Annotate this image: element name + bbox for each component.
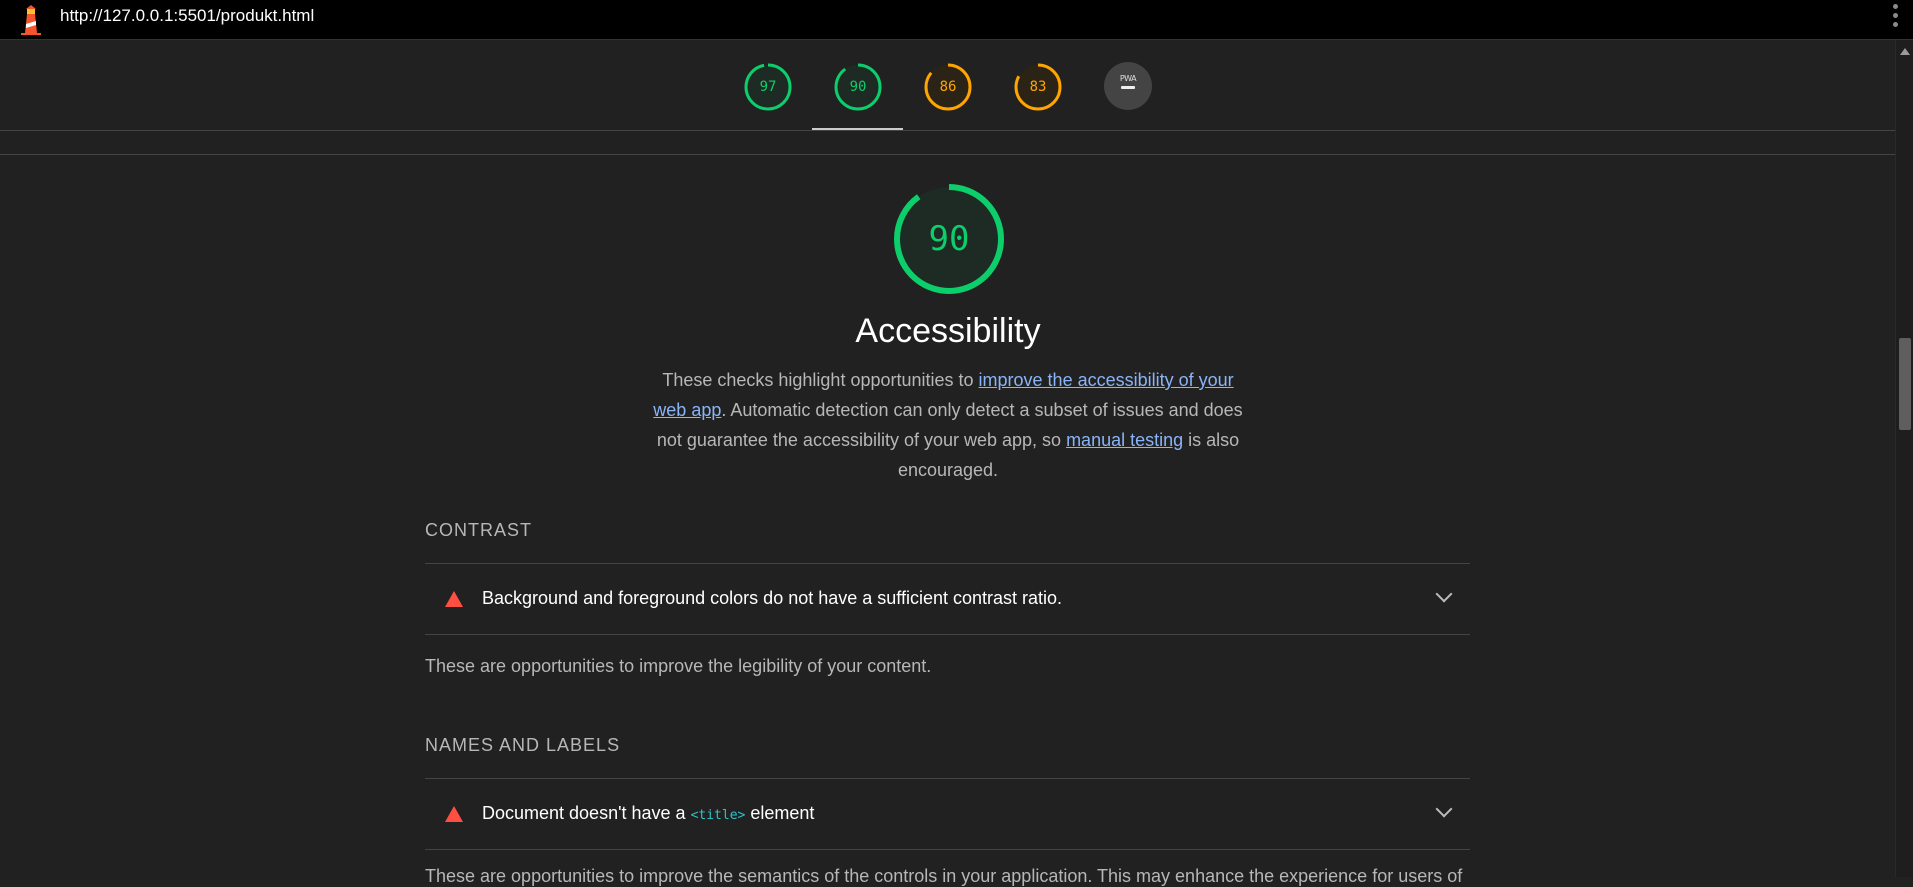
fail-triangle-icon — [445, 806, 463, 822]
gauge-performance[interactable]: 97 — [743, 62, 793, 112]
audit-color-contrast[interactable]: Background and foreground colors do not … — [425, 563, 1470, 635]
gauge-score: 90 — [849, 79, 867, 95]
vertical-scrollbar[interactable] — [1895, 40, 1913, 877]
gauge-best-practices[interactable]: 86 — [923, 62, 973, 112]
gauge-pwa[interactable]: PWA — [1104, 62, 1152, 110]
pwa-badge-label: PWA — [1119, 74, 1137, 83]
audit-title: Background and foreground colors do not … — [482, 588, 1063, 608]
audit-document-title[interactable]: Document doesn't have a <title> element — [425, 778, 1470, 850]
chevron-down-icon[interactable] — [1435, 585, 1453, 603]
active-tab-indicator — [812, 128, 903, 130]
scroll-up-icon[interactable] — [1900, 48, 1910, 55]
chevron-down-icon[interactable] — [1435, 800, 1453, 818]
url-display[interactable]: http://127.0.0.1:5501/produkt.html — [60, 6, 314, 26]
category-description: These checks highlight opportunities to … — [653, 370, 1243, 480]
fail-triangle-icon — [445, 591, 463, 607]
category-gauge: 90 — [893, 183, 1005, 295]
code-snippet: <title> — [690, 808, 746, 823]
sticky-header: 97 90 86 83 PWA — [0, 40, 1896, 131]
gauge-accessibility[interactable]: 90 — [833, 62, 883, 112]
audit-title: Document doesn't have a <title> element — [482, 803, 815, 823]
more-menu-icon[interactable] — [1891, 4, 1899, 34]
divider — [0, 154, 1896, 155]
group-title-names-labels: NAMES AND LABELS — [425, 735, 621, 755]
gauge-score: 83 — [1029, 79, 1047, 95]
manual-testing-link[interactable]: manual testing — [1066, 430, 1183, 450]
browser-bar: http://127.0.0.1:5501/produkt.html — [0, 0, 1913, 40]
scroll-thumb[interactable] — [1899, 338, 1911, 430]
group-description: These are opportunities to improve the l… — [425, 656, 932, 676]
gauge-seo[interactable]: 83 — [1013, 62, 1063, 112]
group-title-contrast: CONTRAST — [425, 520, 532, 540]
pwa-dash-icon — [1121, 86, 1135, 89]
gauge-score: 97 — [759, 79, 777, 95]
lighthouse-logo-icon — [17, 4, 45, 35]
category-title: Accessibility — [855, 312, 1041, 350]
category-score: 90 — [928, 219, 970, 259]
gauge-score: 86 — [939, 79, 957, 95]
